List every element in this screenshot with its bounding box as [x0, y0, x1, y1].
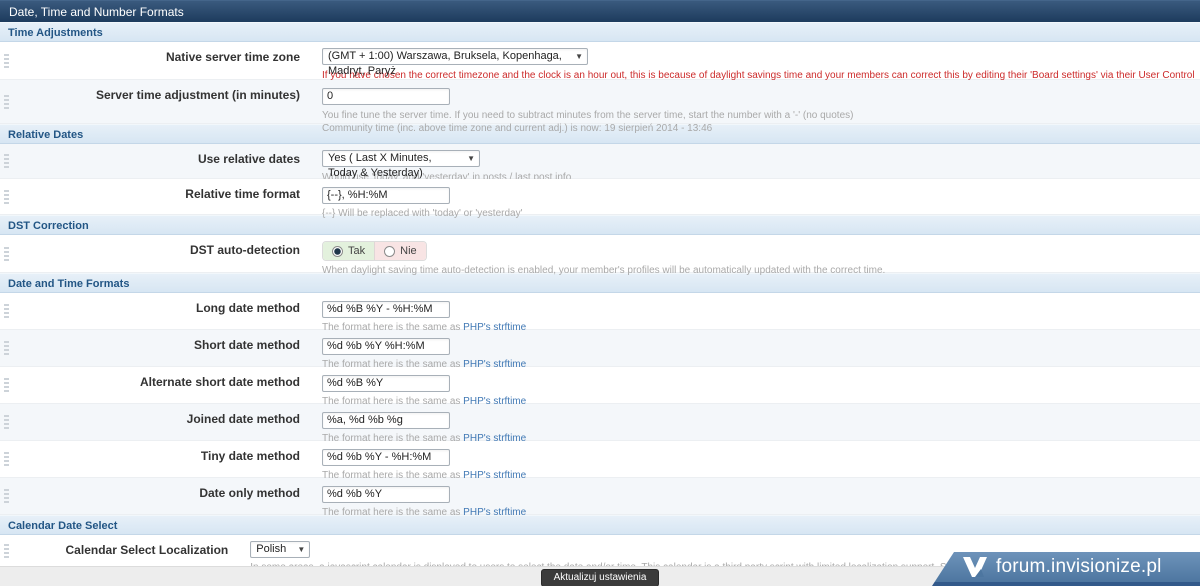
page-title: Date, Time and Number Formats [0, 0, 1200, 22]
use-relative-dates-selected-value: Yes ( Last X Minutes, Today & Yesterday) [328, 152, 432, 180]
drag-handle-icon[interactable] [4, 489, 9, 503]
date-only-method-label: Date only method [199, 486, 300, 500]
row-short-date-method: Short date method The format here is the… [0, 330, 1200, 370]
tiny-date-method-input[interactable] [322, 448, 450, 466]
tiny-date-method-label: Tiny date method [200, 449, 300, 463]
row-dst-auto-detection: DST auto-detection Tak Nie When daylight… [0, 235, 1200, 276]
date-only-method-input[interactable] [322, 485, 450, 503]
watermark-text: forum.invisionize.pl [996, 556, 1162, 577]
dst-yes-label: Tak [348, 245, 366, 257]
short-date-method-label: Short date method [193, 338, 300, 352]
section-header-time-adjustments: Time Adjustments [0, 22, 1200, 42]
short-date-method-input[interactable] [322, 337, 450, 355]
dst-auto-detection-label: DST auto-detection [190, 243, 300, 257]
relative-time-format-label: Relative time format [185, 187, 300, 201]
alternate-short-date-method-label: Alternate short date method [139, 375, 300, 389]
drag-handle-icon[interactable] [4, 154, 9, 168]
use-relative-dates-label: Use relative dates [197, 152, 300, 166]
native-timezone-select[interactable]: (GMT + 1:00) Warszawa, Bruksela, Kopenha… [322, 48, 588, 77]
row-long-date-method: Long date method The format here is the … [0, 293, 1200, 333]
alternate-short-date-method-input[interactable] [322, 374, 450, 392]
dst-help: When daylight saving time auto-detection… [322, 265, 886, 276]
dst-option-yes[interactable]: Tak [323, 242, 376, 260]
native-timezone-label: Native server time zone [165, 50, 300, 64]
row-use-relative-dates: Use relative dates Yes ( Last X Minutes,… [0, 144, 1200, 183]
row-date-only-method: Date only method The format here is the … [0, 478, 1200, 518]
dst-radio-group: Tak Nie [322, 241, 427, 261]
dst-option-no[interactable]: Nie [375, 242, 426, 260]
drag-handle-icon[interactable] [4, 189, 9, 204]
row-joined-date-method: Joined date method The format here is th… [0, 404, 1200, 444]
drag-handle-icon[interactable] [4, 341, 9, 355]
server-adjustment-help-1: You fine tune the server time. If you ne… [322, 109, 854, 121]
use-relative-dates-select[interactable]: Yes ( Last X Minutes, Today & Yesterday)… [322, 150, 480, 179]
settings-page: Date, Time and Number Formats Time Adjus… [0, 0, 1200, 586]
watermark-banner: forum.invisionize.pl [932, 552, 1200, 586]
drag-handle-icon[interactable] [4, 415, 9, 429]
calendar-localization-selected-value: Polish [256, 543, 287, 556]
long-date-method-label: Long date method [196, 301, 300, 315]
strftime-link[interactable]: PHP's strftime [463, 507, 526, 518]
strftime-help-text: The format here is the same as [322, 506, 464, 518]
drag-handle-icon[interactable] [4, 94, 9, 109]
row-alternate-short-date-method: Alternate short date method The format h… [0, 367, 1200, 407]
chevron-down-icon: ▼ [467, 154, 475, 164]
relative-time-format-input[interactable] [322, 186, 450, 204]
server-adjustment-help-2: Community time (inc. above time zone and… [322, 122, 713, 134]
row-native-timezone: Native server time zone (GMT + 1:00) War… [0, 42, 1200, 94]
invisionize-logo-icon [963, 557, 987, 577]
drag-handle-icon[interactable] [4, 543, 9, 558]
drag-handle-icon[interactable] [4, 53, 9, 68]
radio-unselected-icon [384, 245, 396, 257]
server-adjustment-label: Server time adjustment (in minutes) [95, 88, 300, 102]
chevron-down-icon: ▼ [575, 52, 583, 62]
row-relative-time-format: Relative time format {--} Will be replac… [0, 179, 1200, 219]
server-adjustment-input[interactable] [322, 87, 450, 105]
drag-handle-icon[interactable] [4, 452, 9, 466]
dst-no-label: Nie [400, 245, 417, 257]
drag-handle-icon[interactable] [4, 246, 9, 261]
row-server-adjustment: Server time adjustment (in minutes) You … [0, 80, 1200, 134]
update-settings-button[interactable]: Aktualizuj ustawienia [540, 569, 660, 586]
row-tiny-date-method: Tiny date method The format here is the … [0, 441, 1200, 481]
joined-date-method-label: Joined date method [186, 412, 300, 426]
calendar-localization-select[interactable]: Polish ▼ [250, 541, 311, 559]
calendar-localization-label: Calendar Select Localization [65, 543, 229, 557]
chevron-down-icon: ▼ [297, 545, 306, 555]
drag-handle-icon[interactable] [4, 378, 9, 392]
drag-handle-icon[interactable] [4, 304, 9, 318]
relative-time-format-help: {--} Will be replaced with 'today' or 'y… [322, 207, 523, 219]
long-date-method-input[interactable] [322, 300, 450, 318]
joined-date-method-input[interactable] [322, 411, 450, 429]
radio-selected-icon [332, 245, 343, 257]
